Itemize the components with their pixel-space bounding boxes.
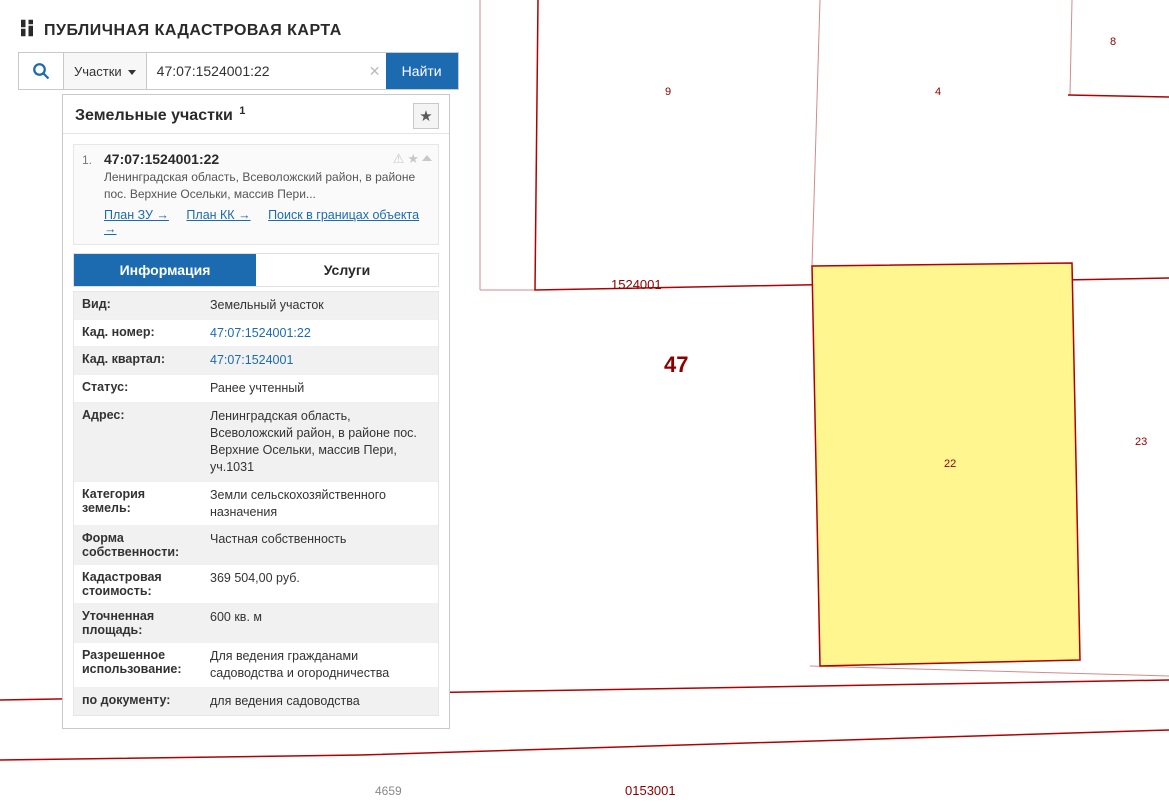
tab-info[interactable]: Информация xyxy=(74,254,256,286)
table-row: Кадастровая стоимость: 369 504,00 руб. xyxy=(74,564,438,603)
item-cadastral-id: 47:07:1524001:22 xyxy=(104,151,430,167)
logo-icon xyxy=(18,18,36,43)
info-panel: Земельные участки 1 ★ 1. ⚠ ★ 47:07:15240… xyxy=(62,94,450,729)
quarter-bottom-label: 0153001 xyxy=(625,783,676,798)
table-row: Статус: Ранее учтенный xyxy=(74,374,438,402)
panel-title: Земельные участки xyxy=(75,107,233,124)
caret-down-icon xyxy=(126,64,136,79)
item-address: Ленинградская область, Всеволожский райо… xyxy=(104,169,430,201)
table-row: Кад. номер: 47:07:1524001:22 xyxy=(74,319,438,347)
panel-count: 1 xyxy=(239,105,245,117)
region-label: 47 xyxy=(664,352,688,377)
app-title: ПУБЛИЧНАЯ КАДАСТРОВАЯ КАРТА xyxy=(44,22,342,40)
quarter-top-label: 1524001 xyxy=(611,277,662,292)
cad-number-link[interactable]: 47:07:1524001:22 xyxy=(202,320,438,347)
table-row: Вид: Земельный участок xyxy=(74,292,438,319)
cad-quarter-link[interactable]: 47:07:1524001 xyxy=(202,347,438,374)
star-icon[interactable]: ★ xyxy=(407,151,419,167)
search-input[interactable] xyxy=(146,53,386,89)
object-type-select[interactable]: Участки xyxy=(63,53,146,89)
table-row: по документу: для ведения садоводства xyxy=(74,687,438,715)
item-number: 1. xyxy=(82,153,92,167)
parcel-8-label: 8 xyxy=(1110,36,1116,48)
search-icon[interactable] xyxy=(19,53,63,89)
warning-icon[interactable]: ⚠ xyxy=(393,151,405,167)
parcel-4659-label: 4659 xyxy=(375,784,402,798)
star-icon: ★ xyxy=(419,107,432,125)
result-item[interactable]: 1. ⚠ ★ 47:07:1524001:22 Ленинградская об… xyxy=(73,144,439,244)
detail-tabs: Информация Услуги xyxy=(73,253,439,287)
parcel-22-label: 22 xyxy=(944,458,956,470)
parcel-4-label: 4 xyxy=(935,86,941,98)
object-type-label: Участки xyxy=(74,64,122,79)
table-row: Разрешенное использование: Для ведения г… xyxy=(74,642,438,687)
clear-icon[interactable]: ✕ xyxy=(364,53,386,89)
favorite-button[interactable]: ★ xyxy=(413,103,439,129)
plan-kk-link[interactable]: План КК → xyxy=(186,208,250,222)
parcel-9-label: 9 xyxy=(665,86,671,98)
plan-zu-link[interactable]: План ЗУ → xyxy=(104,208,169,222)
chevron-up-icon[interactable] xyxy=(422,155,432,161)
table-row: Кад. квартал: 47:07:1524001 xyxy=(74,346,438,374)
panel-header: Земельные участки 1 ★ xyxy=(63,95,449,134)
property-table: Вид: Земельный участок Кад. номер: 47:07… xyxy=(73,291,439,716)
table-row: Адрес: Ленинградская область, Всеволожск… xyxy=(74,402,438,481)
table-row: Форма собственности: Частная собственнос… xyxy=(74,525,438,564)
parcel-23-label: 23 xyxy=(1135,436,1147,448)
find-button[interactable]: Найти xyxy=(386,53,458,89)
tab-services[interactable]: Услуги xyxy=(256,254,438,286)
app-header: ПУБЛИЧНАЯ КАДАСТРОВАЯ КАРТА xyxy=(18,18,342,43)
table-row: Уточненная площадь: 600 кв. м xyxy=(74,603,438,642)
table-row: Категория земель: Земли сельскохозяйстве… xyxy=(74,481,438,526)
search-bar: Участки ✕ Найти xyxy=(18,52,459,90)
